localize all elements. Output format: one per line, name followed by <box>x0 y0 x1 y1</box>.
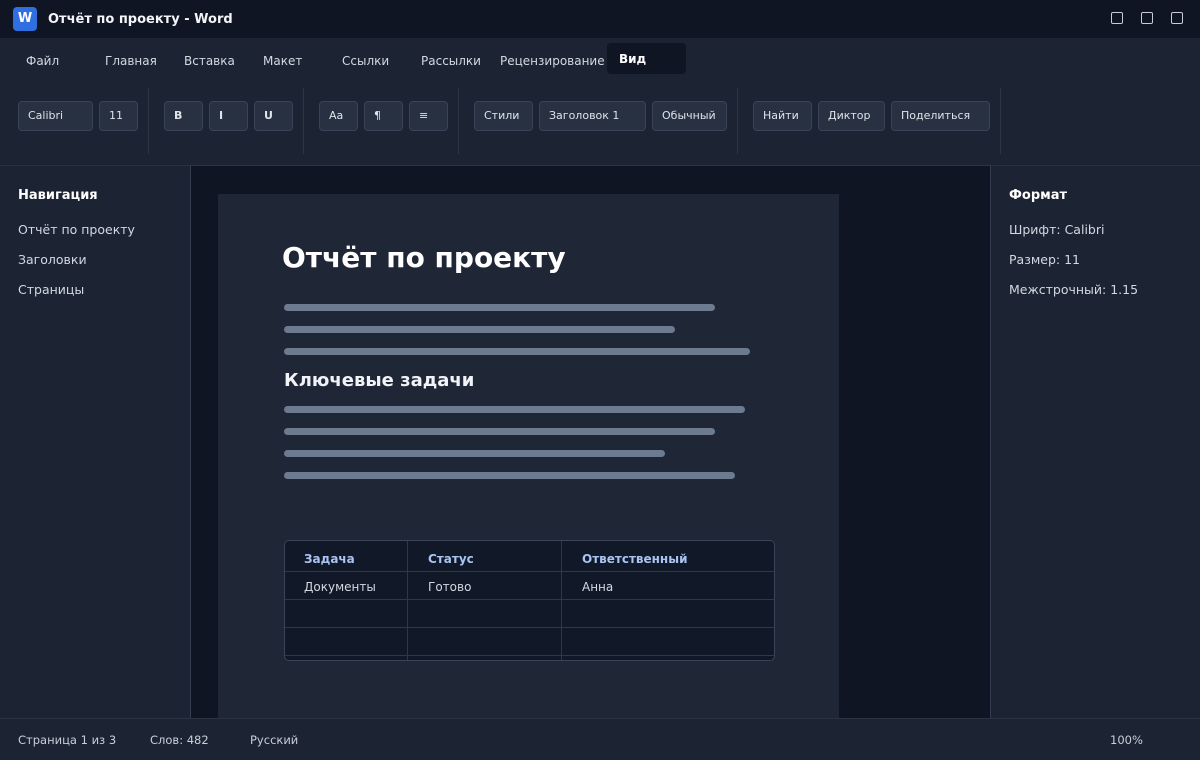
styles-button[interactable]: Стили <box>474 101 533 131</box>
text-line-placeholder <box>284 472 735 479</box>
tab-references[interactable]: Ссылки <box>342 44 389 74</box>
ribbon-tabs: Файл Главная Вставка Макет Ссылки Рассыл… <box>0 38 1200 78</box>
format-line-spacing: Межстрочный: 1.15 <box>1009 282 1139 297</box>
underline-button[interactable]: U <box>254 101 293 131</box>
text-line-placeholder <box>284 348 750 355</box>
ribbon-separator <box>737 88 738 154</box>
document-heading2[interactable]: Ключевые задачи <box>284 370 474 391</box>
window-title: Отчёт по проекту - Word <box>48 12 233 27</box>
navigation-pane: Навигация Отчёт по проекту Заголовки Стр… <box>0 166 191 718</box>
italic-button[interactable]: I <box>209 101 248 131</box>
text-line-placeholder <box>284 428 715 435</box>
table-header-task: Задача <box>304 552 355 566</box>
table-cell[interactable]: Готово <box>428 580 471 594</box>
ribbon-separator <box>458 88 459 154</box>
tab-review[interactable]: Рецензирование <box>500 44 605 74</box>
minimize-button[interactable] <box>1111 12 1123 24</box>
status-language[interactable]: Русский <box>250 733 298 747</box>
tasks-table[interactable]: Задача Статус Ответственный Документы Го… <box>284 540 775 661</box>
document-title[interactable]: Отчёт по проекту <box>282 241 566 274</box>
table-row-divider <box>285 655 774 656</box>
find-button[interactable]: Найти <box>753 101 812 131</box>
style-heading1-button[interactable]: Заголовок 1 <box>539 101 646 131</box>
table-row-divider <box>285 627 774 628</box>
style-normal-button[interactable]: Обычный <box>652 101 727 131</box>
change-case-button[interactable]: Aa <box>319 101 358 131</box>
text-line-placeholder <box>284 450 665 457</box>
table-cell[interactable]: Анна <box>582 580 613 594</box>
table-row-divider <box>285 599 774 600</box>
nav-item-report[interactable]: Отчёт по проекту <box>18 222 135 237</box>
maximize-button[interactable] <box>1141 12 1153 24</box>
bold-button[interactable]: B <box>164 101 203 131</box>
format-title: Формат <box>1009 188 1068 203</box>
table-column-divider <box>561 541 562 660</box>
status-page[interactable]: Страница 1 из 3 <box>18 733 116 747</box>
font-size-select[interactable]: 11 <box>99 101 138 131</box>
tab-layout[interactable]: Макет <box>263 44 302 74</box>
tab-file[interactable]: Файл <box>26 44 59 74</box>
format-size: Размер: 11 <box>1009 252 1080 267</box>
text-line-placeholder <box>284 304 715 311</box>
ribbon-separator <box>303 88 304 154</box>
tab-view[interactable]: Вид <box>607 43 686 74</box>
format-font: Шрифт: Calibri <box>1009 222 1105 237</box>
table-row-divider <box>285 571 774 572</box>
navigation-title: Навигация <box>18 188 98 203</box>
share-button[interactable]: Поделиться <box>891 101 990 131</box>
status-bar: Страница 1 из 3 Слов: 482 Русский 100% <box>0 718 1200 760</box>
tab-insert[interactable]: Вставка <box>184 44 235 74</box>
ribbon-separator <box>148 88 149 154</box>
title-bar: W Отчёт по проекту - Word <box>0 0 1200 38</box>
table-header-owner: Ответственный <box>582 552 688 566</box>
table-header-status: Статус <box>428 552 474 566</box>
format-pane: Формат Шрифт: Calibri Размер: 11 Межстро… <box>990 166 1200 718</box>
text-line-placeholder <box>284 406 745 413</box>
nav-item-pages[interactable]: Страницы <box>18 282 84 297</box>
tab-home[interactable]: Главная <box>105 44 157 74</box>
nav-item-headings[interactable]: Заголовки <box>18 252 87 267</box>
paragraph-mark-button[interactable]: ¶ <box>364 101 403 131</box>
word-app-icon: W <box>13 7 37 31</box>
text-line-placeholder <box>284 326 675 333</box>
table-column-divider <box>407 541 408 660</box>
ribbon-toolbar: Calibri 11 B I U Aa ¶ ≡ Стили Заголовок … <box>0 78 1200 166</box>
table-cell[interactable]: Документы <box>304 580 376 594</box>
dictate-button[interactable]: Диктор <box>818 101 885 131</box>
tab-mailings[interactable]: Рассылки <box>421 44 481 74</box>
status-words[interactable]: Слов: 482 <box>150 733 209 747</box>
close-button[interactable] <box>1171 12 1183 24</box>
font-name-select[interactable]: Calibri <box>18 101 93 131</box>
ribbon-separator <box>1000 88 1001 154</box>
align-button[interactable]: ≡ <box>409 101 448 131</box>
status-zoom[interactable]: 100% <box>1110 733 1143 747</box>
